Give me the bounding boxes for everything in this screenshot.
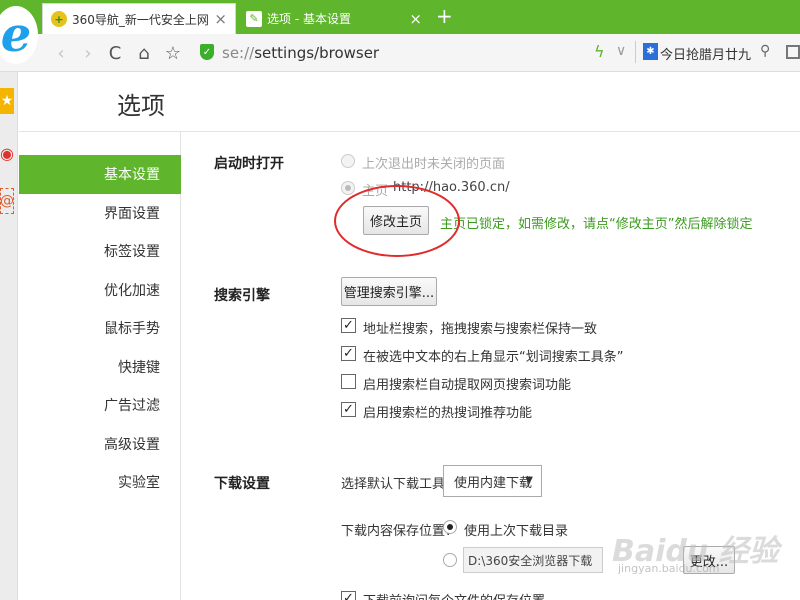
location-custom-radio[interactable] (443, 553, 457, 567)
selection-toolbar-checkbox[interactable]: ✓ (341, 346, 356, 361)
startup-restore-label: 上次退出时未关闭的页面 (362, 157, 506, 172)
360-nav-icon: + (51, 11, 67, 27)
change-homepage-button[interactable]: 修改主页 (363, 206, 429, 235)
favorites-star-icon[interactable]: ★ (0, 88, 14, 114)
download-location-label: 下载内容保存位置： (341, 524, 459, 539)
ask-location-checkbox[interactable]: ✓ (341, 591, 356, 600)
auto-extract-checkbox[interactable] (341, 374, 356, 389)
sidebar-item-shortcuts[interactable]: 快捷键 (19, 348, 181, 387)
download-heading: 下载设置 (214, 476, 270, 492)
tab-bar: + 360导航_新一代安全上网导航 × ✎ 选项 - 基本设置 × + (0, 0, 800, 34)
new-tab-button[interactable]: + (436, 4, 453, 28)
auto-extract-label: 启用搜索栏自动提取网页搜索词功能 (363, 378, 572, 393)
startup-restore-radio[interactable] (341, 154, 355, 168)
url-scheme: se:// (222, 44, 255, 62)
forward-button[interactable]: › (77, 42, 99, 64)
security-shield-icon[interactable]: ✓ (200, 44, 214, 60)
download-tool-select[interactable]: 使用内建下载 ▼ (443, 465, 542, 497)
homepage-lock-note: 主页已锁定，如需修改，请点“修改主页”然后解除锁定 (440, 217, 753, 232)
download-path-input[interactable]: D:\360安全浏览器下载 (463, 547, 603, 573)
page-title: 选项 (117, 92, 165, 120)
back-button[interactable]: ‹ (50, 42, 72, 64)
toolbar-divider (635, 41, 636, 63)
mail-icon[interactable]: @ (0, 188, 14, 214)
home-url: http://hao.360.cn/ (393, 180, 510, 195)
location-last-radio[interactable] (443, 520, 457, 534)
search-engine-icon[interactable]: ✱ (643, 43, 658, 60)
startup-heading: 启动时打开 (214, 156, 284, 172)
tab-360-nav[interactable]: + 360导航_新一代安全上网导航 × (42, 3, 236, 34)
settings-sidebar: 基本设置 界面设置 标签设置 优化加速 鼠标手势 快捷键 广告过滤 高级设置 实… (19, 155, 181, 502)
speed-bolt-icon[interactable]: ϟ (594, 42, 605, 61)
header-divider (19, 131, 800, 132)
manage-search-engines-button[interactable]: 管理搜索引擎... (341, 277, 437, 306)
search-sync-checkbox[interactable]: ✓ (341, 318, 356, 333)
download-tool-label: 选择默认下载工具： (341, 477, 459, 492)
sidebar-item-advanced[interactable]: 高级设置 (19, 425, 181, 464)
url-field[interactable]: se://settings/browser (222, 44, 379, 62)
tab-title: 360导航_新一代安全上网导航 (72, 12, 209, 27)
ask-location-label: 下载前询问每个文件的保存位置 (363, 590, 545, 600)
home-button[interactable]: ⌂ (133, 42, 155, 64)
startup-home-radio[interactable] (341, 181, 355, 195)
weibo-icon[interactable]: ◉ (0, 140, 14, 166)
address-toolbar: ‹ › C ⌂ ☆ ✓ se://settings/browser ϟ ∨ ✱ … (0, 34, 800, 72)
location-last-label: 使用上次下载目录 (464, 524, 569, 539)
bookmark-star-button[interactable]: ☆ (162, 42, 184, 64)
search-heading: 搜索引擎 (214, 288, 270, 304)
startup-home-label: 主页 (362, 184, 389, 199)
sidebar-item-interface[interactable]: 界面设置 (19, 194, 181, 233)
sidebar-item-lab[interactable]: 实验室 (19, 463, 181, 502)
side-rail: ★ ◉ @ (0, 72, 18, 600)
search-icon[interactable]: ⚲ (760, 43, 770, 59)
dropdown-arrow-icon: ▼ (525, 475, 533, 486)
address-dropdown-icon[interactable]: ∨ (616, 43, 626, 59)
download-tool-value: 使用内建下载 (454, 475, 533, 491)
hot-search-checkbox[interactable]: ✓ (341, 402, 356, 417)
url-path: settings/browser (254, 44, 380, 62)
sidebar-item-gestures[interactable]: 鼠标手势 (19, 309, 181, 348)
search-input[interactable]: 今日抢腊月廿九 (660, 44, 760, 63)
selection-toolbar-label: 在被选中文本的右上角显示“划词搜索工具条” (363, 350, 624, 365)
close-icon[interactable]: × (409, 10, 422, 28)
search-sync-label: 地址栏搜索，拖拽搜索与搜索栏保持一致 (363, 322, 598, 337)
sidebar-item-adblock[interactable]: 广告过滤 (19, 386, 181, 425)
menu-grid-icon[interactable] (786, 45, 800, 59)
reload-button[interactable]: C (104, 42, 126, 64)
tab-settings[interactable]: ✎ 选项 - 基本设置 × (238, 3, 430, 34)
tab-title: 选项 - 基本设置 (267, 12, 351, 26)
sidebar-item-optimize[interactable]: 优化加速 (19, 271, 181, 310)
sidebar-item-tabs[interactable]: 标签设置 (19, 232, 181, 271)
hot-search-label: 启用搜索栏的热搜词推荐功能 (363, 406, 533, 421)
close-icon[interactable]: × (214, 10, 227, 28)
sidebar-item-basic[interactable]: 基本设置 (19, 155, 181, 194)
wrench-icon: ✎ (246, 10, 262, 27)
change-path-button[interactable]: 更改... (683, 546, 735, 574)
